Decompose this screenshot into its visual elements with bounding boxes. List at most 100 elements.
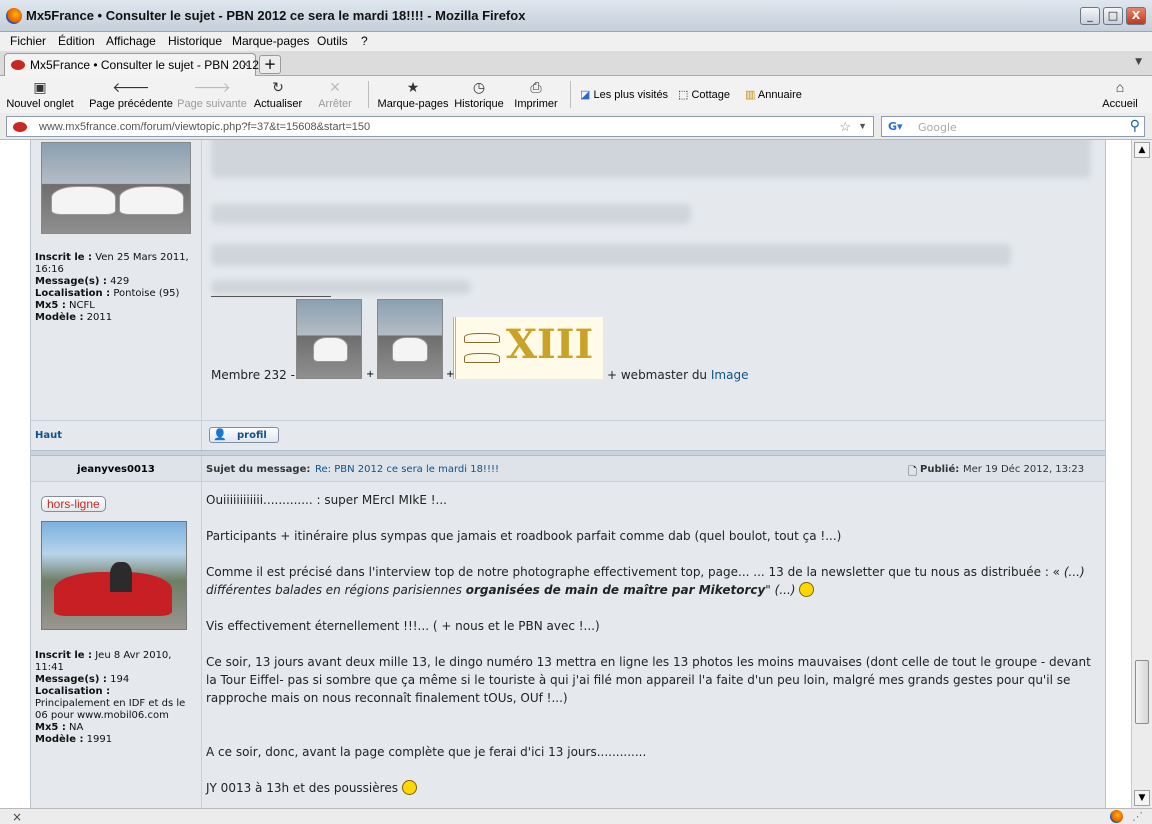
- messages-label: Message(s) :: [35, 276, 107, 287]
- page-viewport: Inscrit le : Ven 25 Mars 2011, 16:16 Mes…: [0, 140, 1131, 808]
- post-bold-text: organisées de main de maître par Miketor…: [465, 583, 766, 597]
- user-icon: 👤: [213, 428, 227, 441]
- location-label: Localisation :: [35, 686, 111, 697]
- mx5-label: Mx5 :: [35, 300, 66, 311]
- post-paragraph: Comme il est précisé dans l'interview to…: [206, 563, 1096, 599]
- bookmark-most-visited[interactable]: ◪ Les plus visités: [580, 88, 668, 101]
- signature-divider: [211, 296, 331, 297]
- subject-link[interactable]: Re: PBN 2012 ce sera le mardi 18!!!!: [315, 464, 499, 475]
- avatar: [41, 142, 191, 234]
- status-close-icon[interactable]: ×: [12, 810, 22, 824]
- signature-suffix-line: + webmaster du Image: [607, 368, 748, 382]
- model-label: Modèle :: [35, 734, 84, 745]
- stop-button[interactable]: ✕ Arrêter: [312, 76, 358, 113]
- firefox-status-icon: [1110, 810, 1123, 823]
- site-favicon-icon: [11, 60, 25, 70]
- address-bar-row: www.mx5france.com/forum/viewtopic.php?f=…: [0, 113, 1152, 140]
- joined-label: Inscrit le :: [35, 650, 93, 661]
- bookmark-star-icon[interactable]: ☆: [839, 119, 851, 135]
- blurred-content: [211, 204, 691, 224]
- forward-label: Page suivante: [177, 98, 247, 110]
- minimize-button[interactable]: _: [1080, 7, 1100, 25]
- menu-marque-pages[interactable]: Marque-pages: [232, 34, 309, 48]
- blurred-content: [211, 280, 471, 294]
- signature-plus: +: [366, 369, 375, 380]
- menu-outils[interactable]: Outils: [317, 34, 348, 48]
- back-label: Page précédente: [89, 98, 173, 110]
- forward-arrow-icon: 🡒: [193, 79, 231, 95]
- bookmarks-label: Marque-pages: [377, 98, 449, 110]
- new-tab-label: Nouvel onglet: [6, 98, 74, 110]
- post-paragraph: JY 0013 à 13h et des poussières: [206, 779, 1096, 797]
- post-text: JY 0013 à 13h et des poussières: [206, 781, 398, 795]
- vertical-scrollbar[interactable]: ▲ ▼: [1131, 140, 1152, 808]
- status-bar: × ⋰: [0, 808, 1152, 824]
- reload-button[interactable]: ↻ Actualiser: [252, 76, 304, 113]
- top-link[interactable]: Haut: [35, 430, 62, 441]
- car-shape: [392, 337, 428, 363]
- messages-value: 429: [110, 276, 130, 287]
- tab-current[interactable]: Mx5France • Consulter le sujet - PBN 201…: [4, 53, 278, 76]
- published-label: Publié:: [920, 464, 960, 475]
- profile-button[interactable]: 👤 profil: [209, 427, 279, 443]
- url-text: www.mx5france.com/forum/viewtopic.php?f=…: [39, 121, 371, 133]
- new-tab-toolbar-button[interactable]: ▣ Nouvel onglet: [4, 76, 76, 113]
- signature-photo-2: [377, 299, 443, 379]
- blurred-content: [211, 244, 1011, 266]
- forward-button[interactable]: 🡒 Page suivante: [176, 76, 248, 113]
- menu-fichier[interactable]: Fichier: [10, 34, 46, 48]
- stop-icon: ✕: [329, 79, 341, 95]
- scroll-up-icon[interactable]: ▲: [1134, 142, 1150, 158]
- bookmarks-button[interactable]: ★ Marque-pages: [376, 76, 450, 113]
- menu-help[interactable]: ?: [361, 34, 368, 48]
- car-outline-icon: [464, 353, 500, 363]
- bookmark-cottage[interactable]: ⬚ Cottage: [678, 88, 730, 101]
- new-tab-button[interactable]: +: [259, 55, 281, 74]
- printer-icon: ⎙: [530, 79, 542, 95]
- tab-close-icon[interactable]: ×: [242, 57, 249, 71]
- signature-link[interactable]: Image: [711, 368, 749, 382]
- window-title: Mx5France • Consulter le sujet - PBN 201…: [26, 8, 526, 23]
- document-icon[interactable]: 🗋: [908, 463, 917, 482]
- car-shape: [313, 337, 348, 363]
- post-paragraph: Ce soir, 13 jours avant deux mille 13, l…: [206, 655, 1091, 705]
- search-input[interactable]: G▾ Google ⚲: [881, 116, 1145, 137]
- reload-label: Actualiser: [253, 98, 303, 110]
- window-titlebar: Mx5France • Consulter le sujet - PBN 201…: [0, 0, 1152, 32]
- chevron-down-icon[interactable]: ▼: [1135, 57, 1142, 67]
- bookmark-most-visited-label: Les plus visités: [593, 89, 669, 101]
- menu-bar: Fichier Édition Affichage Historique Mar…: [0, 32, 1152, 51]
- resize-grip-icon[interactable]: ⋰: [1132, 810, 1143, 823]
- scroll-thumb[interactable]: [1135, 660, 1149, 724]
- clock-icon: ◷: [472, 79, 486, 95]
- history-button[interactable]: ◷ Historique: [452, 76, 506, 113]
- signature-plus: +: [446, 369, 455, 380]
- close-button[interactable]: X: [1126, 7, 1146, 25]
- menu-historique[interactable]: Historique: [168, 34, 222, 48]
- profile-button-label: profil: [237, 430, 267, 441]
- bookmark-cottage-label: Cottage: [691, 89, 730, 101]
- signature-line: Membre 232 -: [211, 368, 295, 382]
- blurred-content: [211, 140, 1091, 178]
- post-paragraph: Participants + itinéraire plus sympas qu…: [206, 529, 842, 543]
- post-paragraph: A ce soir, donc, avant la page complète …: [206, 745, 647, 759]
- mx5-label: Mx5 :: [35, 722, 66, 733]
- navigation-toolbar: ▣ Nouvel onglet 🡐 Page précédente 🡒 Page…: [0, 76, 1152, 113]
- bookmark-annuaire-label: Annuaire: [757, 89, 802, 101]
- tab-bar: Mx5France • Consulter le sujet - PBN 201…: [0, 51, 1152, 76]
- menu-affichage[interactable]: Affichage: [106, 34, 156, 48]
- print-button[interactable]: ⎙ Imprimer: [512, 76, 560, 113]
- search-icon[interactable]: ⚲: [1130, 118, 1140, 134]
- menu-edition[interactable]: Édition: [58, 34, 95, 48]
- home-button[interactable]: ⌂ Accueil: [1100, 76, 1140, 113]
- scroll-down-icon[interactable]: ▼: [1134, 790, 1150, 806]
- maximize-button[interactable]: □: [1103, 7, 1123, 25]
- url-dropdown-icon[interactable]: ▼: [858, 121, 867, 131]
- back-button[interactable]: 🡐 Page précédente: [88, 76, 174, 113]
- post-author[interactable]: jeanyves0013: [31, 464, 201, 475]
- bookmark-annuaire[interactable]: ▥ Annuaire: [745, 88, 802, 101]
- url-input[interactable]: www.mx5france.com/forum/viewtopic.php?f=…: [6, 116, 874, 137]
- post1-author-info: Inscrit le : Ven 25 Mars 2011, 16:16 Mes…: [35, 252, 195, 324]
- status-badge: hors-ligne: [41, 496, 106, 512]
- firefox-icon: [6, 8, 22, 24]
